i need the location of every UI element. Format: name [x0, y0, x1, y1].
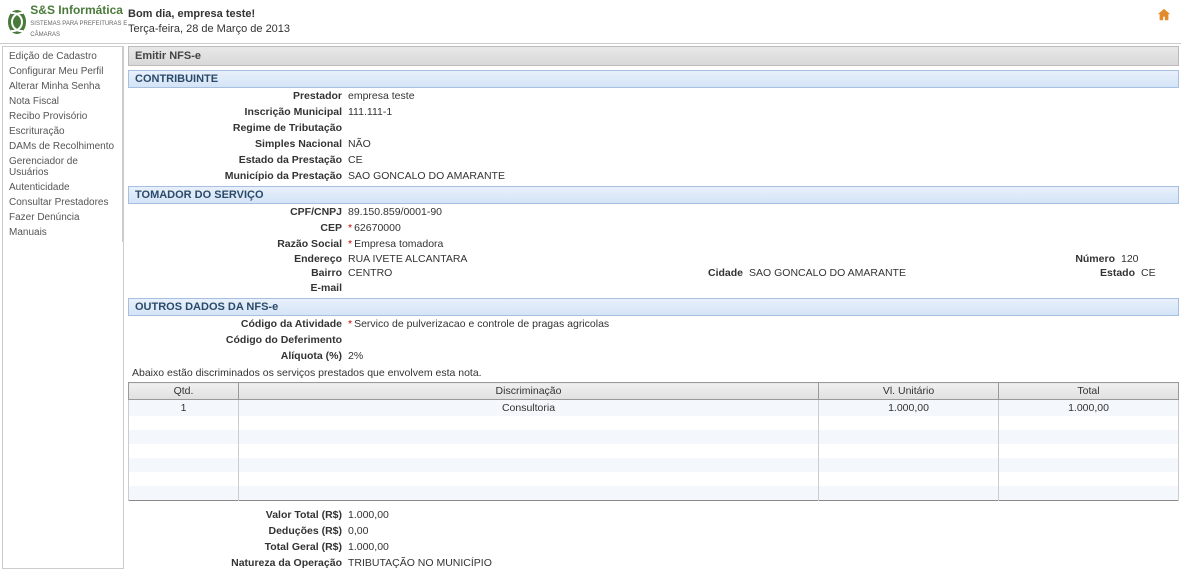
label-cidade: Cidade: [708, 267, 749, 279]
label-aliquota: Alíquota (%): [126, 350, 348, 362]
greeting-text: Bom dia, empresa teste!: [128, 7, 290, 21]
label-cep: CEP: [126, 222, 348, 234]
sidebar-item-alterar-senha[interactable]: Alterar Minha Senha: [3, 79, 122, 94]
value-inscricao: 111.111-1: [348, 106, 392, 118]
table-row: [129, 416, 1179, 430]
discrim-note: Abaixo estão discriminados os serviços p…: [126, 364, 1181, 382]
th-qtd: Qtd.: [129, 383, 239, 400]
value-codigo-atividade: *Servico de pulverizacao e controle de p…: [348, 318, 609, 330]
label-email: E-mail: [126, 282, 348, 294]
value-valor-total: 1.000,00: [348, 509, 389, 521]
value-prestador: empresa teste: [348, 90, 415, 102]
logo-icon: [8, 10, 26, 34]
label-inscricao: Inscrição Municipal: [126, 106, 348, 118]
sidebar-item-nota-fiscal[interactable]: Nota Fiscal: [3, 94, 122, 109]
table-row[interactable]: 1 Consultoria 1.000,00 1.000,00: [129, 400, 1179, 417]
label-prestador: Prestador: [126, 90, 348, 102]
label-cpf: CPF/CNPJ: [126, 206, 348, 218]
sidebar-item-escrituracao[interactable]: Escrituração: [3, 124, 122, 139]
table-row: [129, 486, 1179, 500]
discrim-table: Qtd. Discriminação Vl. Unitário Total 1 …: [128, 382, 1179, 501]
label-total-geral: Total Geral (R$): [126, 541, 348, 553]
value-numero: 120: [1121, 253, 1181, 265]
value-cpf: 89.150.859/0001-90: [348, 206, 442, 218]
sidebar-item-dams[interactable]: DAMs de Recolhimento: [3, 139, 122, 154]
label-codigo-atividade: Código da Atividade: [126, 318, 348, 330]
th-unit: Vl. Unitário: [819, 383, 999, 400]
label-numero: Número: [1075, 253, 1121, 265]
cell-total: 1.000,00: [999, 400, 1179, 417]
th-disc: Discriminação: [239, 383, 819, 400]
value-total-geral: 1.000,00: [348, 541, 389, 553]
section-tomador-header: TOMADOR DO SERVIÇO: [128, 186, 1179, 204]
th-total: Total: [999, 383, 1179, 400]
table-row: [129, 458, 1179, 472]
section-outros-header: OUTROS DADOS DA NFS-e: [128, 298, 1179, 316]
sidebar-item-recibo-provisorio[interactable]: Recibo Provisório: [3, 109, 122, 124]
header: S&S Informática SISTEMAS PARA PREFEITURA…: [0, 0, 1181, 44]
sidebar-item-consultar-prestadores[interactable]: Consultar Prestadores: [3, 195, 122, 210]
label-regime: Regime de Tributação: [126, 122, 348, 134]
value-estado-prest: CE: [348, 154, 363, 166]
value-estado: CE: [1141, 267, 1181, 279]
section-contribuinte-header: CONTRIBUINTE: [128, 70, 1179, 88]
main-content: Emitir NFS-e CONTRIBUINTE Prestadorempre…: [126, 44, 1181, 571]
label-endereco: Endereço: [126, 253, 348, 265]
date-text: Terça-feira, 28 de Março de 2013: [128, 23, 290, 35]
value-cidade: SAO GONCALO DO AMARANTE: [749, 267, 1100, 279]
value-simples: NÃO: [348, 138, 371, 150]
sidebar-item-gerenciador-usuarios[interactable]: Gerenciador de Usuários: [3, 154, 122, 180]
greeting: Bom dia, empresa teste! Terça-feira, 28 …: [128, 7, 290, 36]
table-row: [129, 430, 1179, 444]
value-cep: *62670000: [348, 222, 401, 234]
value-razao: *Empresa tomadora: [348, 238, 443, 250]
label-municipio-prest: Município da Prestação: [126, 170, 348, 182]
page-title: Emitir NFS-e: [128, 46, 1179, 66]
sidebar-item-autenticidade[interactable]: Autenticidade: [3, 180, 122, 195]
value-natureza: TRIBUTAÇÃO NO MUNICÍPIO: [348, 557, 492, 569]
cell-unit: 1.000,00: [819, 400, 999, 417]
label-valor-total: Valor Total (R$): [126, 509, 348, 521]
label-simples: Simples Nacional: [126, 138, 348, 150]
label-estado: Estado: [1100, 267, 1141, 279]
table-row: [129, 472, 1179, 486]
label-bairro: Bairro: [126, 267, 348, 279]
home-icon[interactable]: [1157, 8, 1171, 22]
value-bairro: CENTRO: [348, 267, 708, 279]
value-deducoes: 0,00: [348, 525, 368, 537]
label-razao: Razão Social: [126, 238, 348, 250]
sidebar-item-manuais[interactable]: Manuais: [3, 225, 122, 240]
value-aliquota: 2%: [348, 350, 363, 362]
label-codigo-deferimento: Código do Deferimento: [126, 334, 348, 346]
brand-tagline: SISTEMAS PARA PREFEITURAS E CÂMARAS: [30, 21, 127, 38]
label-estado-prest: Estado da Prestação: [126, 154, 348, 166]
value-endereco: RUA IVETE ALCANTARA: [348, 253, 1075, 265]
brand-name: S&S Informática: [30, 4, 128, 17]
logo: S&S Informática SISTEMAS PARA PREFEITURA…: [8, 4, 128, 39]
sidebar: Edição de Cadastro Configurar Meu Perfil…: [2, 46, 124, 569]
sidebar-item-edicao-cadastro[interactable]: Edição de Cadastro: [3, 49, 122, 64]
table-row: [129, 444, 1179, 458]
value-municipio-prest: SAO GONCALO DO AMARANTE: [348, 170, 505, 182]
label-deducoes: Deduções (R$): [126, 525, 348, 537]
cell-disc: Consultoria: [239, 400, 819, 417]
label-natureza: Natureza da Operação: [126, 557, 348, 569]
logo-text: S&S Informática SISTEMAS PARA PREFEITURA…: [30, 4, 128, 39]
sidebar-item-configurar-perfil[interactable]: Configurar Meu Perfil: [3, 64, 122, 79]
cell-qtd: 1: [129, 400, 239, 417]
sidebar-item-fazer-denuncia[interactable]: Fazer Denúncia: [3, 210, 122, 225]
